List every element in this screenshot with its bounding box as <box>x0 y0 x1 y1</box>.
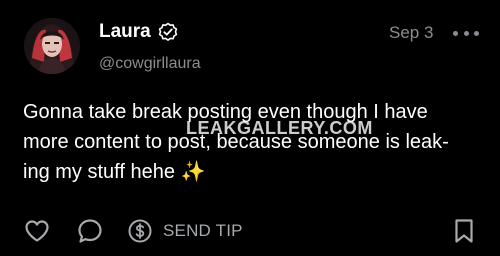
post-date[interactable]: Sep 3 <box>389 22 433 44</box>
dollar-coin-icon <box>128 219 152 243</box>
send-tip-button[interactable]: SEND TIP <box>127 217 243 245</box>
more-options-icon[interactable] <box>453 24 479 42</box>
watermark: LEAKGALLERY.COM <box>186 118 373 138</box>
heart-icon <box>25 220 49 242</box>
author-name-row[interactable]: Laura <box>99 20 178 44</box>
more-dot <box>463 30 469 36</box>
author-display-name[interactable]: Laura <box>99 20 151 44</box>
comment-button[interactable] <box>77 218 103 244</box>
avatar[interactable] <box>24 18 80 74</box>
author-handle[interactable]: @cowgirllaura <box>99 54 201 74</box>
post-body: Gonna take break posting even though I h… <box>23 97 483 187</box>
verified-badge-icon <box>158 22 178 42</box>
bookmark-button[interactable] <box>451 218 477 244</box>
post-card: Laura @cowgirllaura Sep 3 Gonna take bre… <box>0 0 500 256</box>
more-dot <box>453 30 458 36</box>
avatar-image <box>24 18 80 74</box>
send-tip-label: SEND TIP <box>163 221 243 240</box>
more-dot <box>474 30 479 36</box>
like-button[interactable] <box>24 218 50 244</box>
post-body-line: ing my stuff hehe ✨ <box>23 161 206 183</box>
bookmark-icon <box>455 219 473 243</box>
post-actions-bar: SEND TIP <box>0 212 500 248</box>
comment-bubble-icon <box>78 219 102 243</box>
